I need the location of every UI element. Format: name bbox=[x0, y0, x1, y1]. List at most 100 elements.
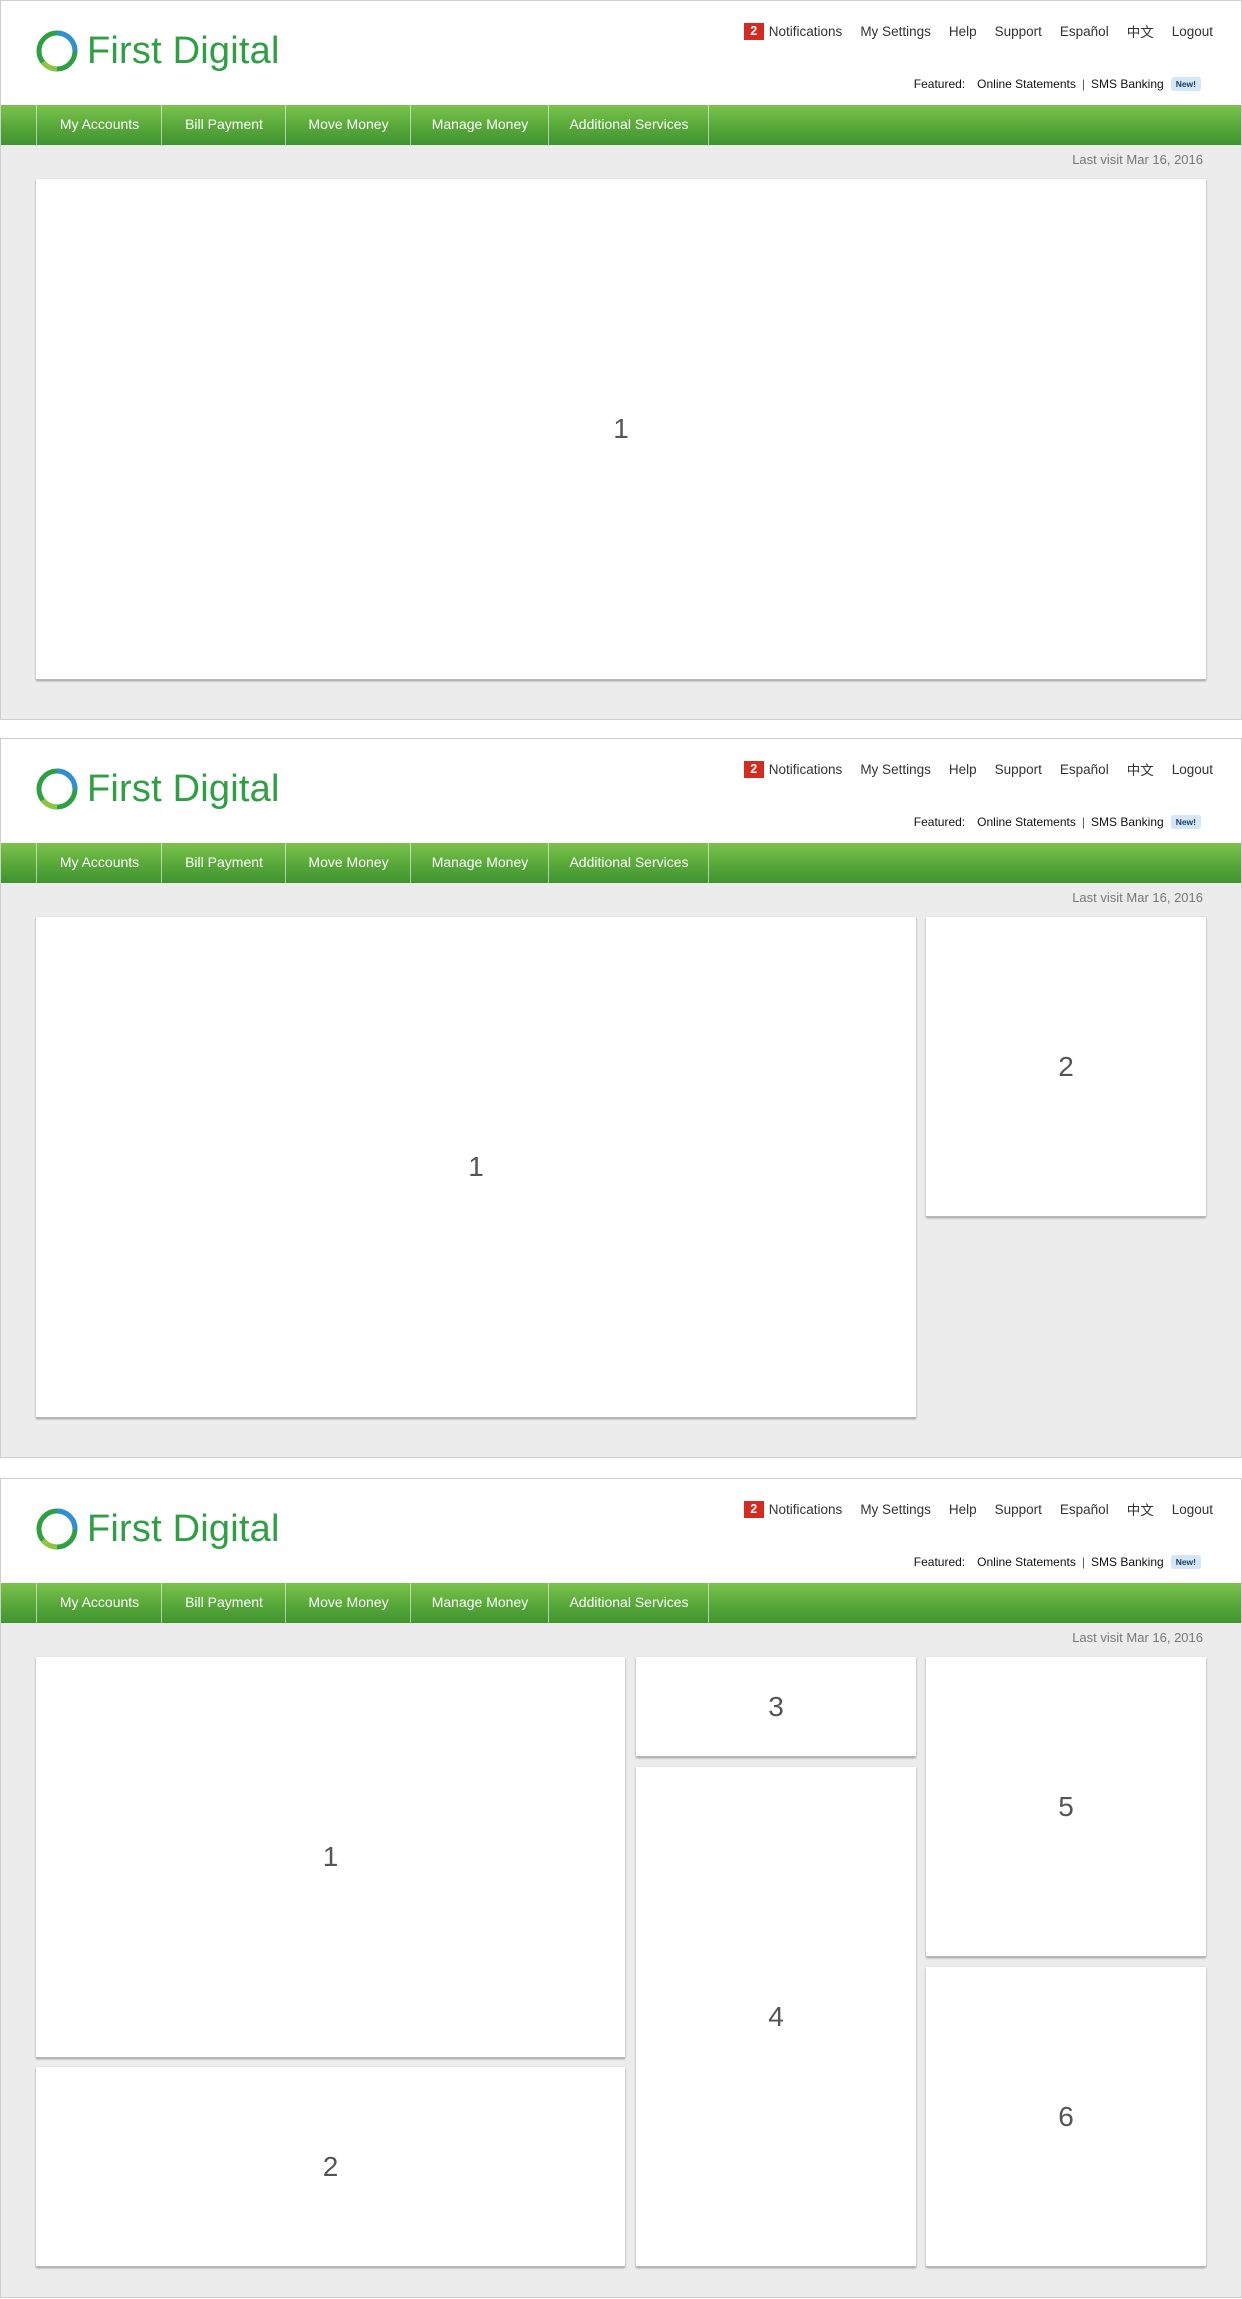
last-visit: Last visit Mar 16, 2016 bbox=[1072, 890, 1203, 905]
nav-divider bbox=[708, 1583, 709, 1623]
nav-move-money[interactable]: Move Money bbox=[285, 1583, 411, 1623]
nav-bill-payment[interactable]: Bill Payment bbox=[161, 105, 286, 145]
chinese-link[interactable]: 中文 bbox=[1127, 759, 1154, 779]
content-panel-1: 1 bbox=[36, 1657, 625, 2058]
layout-one-column: First Digital 2 Notifications My Setting… bbox=[0, 0, 1242, 720]
help-link[interactable]: Help bbox=[949, 1502, 977, 1517]
support-link[interactable]: Support bbox=[995, 762, 1042, 777]
panel-number: 2 bbox=[1058, 1050, 1074, 1082]
new-badge: New! bbox=[1170, 1555, 1201, 1569]
nav-manage-money[interactable]: Manage Money bbox=[410, 105, 549, 145]
featured-separator: | bbox=[1081, 1555, 1085, 1569]
logo-text: First Digital bbox=[87, 768, 280, 810]
nav-my-accounts[interactable]: My Accounts bbox=[36, 843, 162, 883]
nav-divider bbox=[708, 105, 709, 145]
chinese-link[interactable]: 中文 bbox=[1127, 21, 1154, 41]
notifications-link[interactable]: 2 Notifications bbox=[743, 760, 843, 778]
panel-number: 5 bbox=[1058, 1790, 1074, 1822]
nav-my-accounts[interactable]: My Accounts bbox=[36, 1583, 162, 1623]
my-settings-link[interactable]: My Settings bbox=[860, 762, 931, 777]
panel-number: 1 bbox=[468, 1151, 484, 1182]
nav-bill-payment[interactable]: Bill Payment bbox=[161, 843, 286, 883]
help-link[interactable]: Help bbox=[949, 762, 977, 777]
content-panel-5: 5 bbox=[926, 1657, 1206, 1957]
notifications-link[interactable]: 2 Notifications bbox=[743, 1500, 843, 1518]
logout-link[interactable]: Logout bbox=[1172, 762, 1213, 777]
panel-number: 6 bbox=[1058, 2100, 1074, 2132]
featured-label: Featured: bbox=[913, 815, 966, 829]
logout-link[interactable]: Logout bbox=[1172, 1502, 1213, 1517]
online-statements-link[interactable]: Online Statements bbox=[977, 1555, 1076, 1569]
content-panel-3: 3 bbox=[636, 1657, 916, 1757]
new-badge: New! bbox=[1170, 815, 1201, 829]
logout-link[interactable]: Logout bbox=[1172, 24, 1213, 39]
logo-ring-icon bbox=[36, 768, 78, 810]
panel-number: 2 bbox=[322, 2150, 339, 2182]
top-links: 2 Notifications My Settings Help Support… bbox=[743, 1499, 1213, 1519]
logo[interactable]: First Digital bbox=[35, 765, 280, 813]
logo[interactable]: First Digital bbox=[35, 1505, 280, 1553]
featured-label: Featured: bbox=[913, 1555, 966, 1569]
nav-additional-services[interactable]: Additional Services bbox=[548, 843, 709, 883]
notifications-link[interactable]: 2 Notifications bbox=[743, 22, 843, 40]
nav-additional-services[interactable]: Additional Services bbox=[548, 105, 709, 145]
panel-number: 4 bbox=[768, 2000, 784, 2032]
help-link[interactable]: Help bbox=[949, 24, 977, 39]
support-link[interactable]: Support bbox=[995, 24, 1042, 39]
panel-number: 1 bbox=[613, 413, 629, 444]
notifications-label: Notifications bbox=[768, 761, 843, 777]
online-statements-link[interactable]: Online Statements bbox=[977, 815, 1076, 829]
my-settings-link[interactable]: My Settings bbox=[860, 24, 931, 39]
nav-additional-services[interactable]: Additional Services bbox=[548, 1583, 709, 1623]
espanol-link[interactable]: Español bbox=[1060, 24, 1109, 39]
chinese-link[interactable]: 中文 bbox=[1127, 1499, 1154, 1519]
nav-manage-money[interactable]: Manage Money bbox=[410, 843, 549, 883]
sms-banking-link[interactable]: SMS Banking bbox=[1091, 77, 1164, 91]
new-badge: New! bbox=[1170, 77, 1201, 91]
nav-move-money[interactable]: Move Money bbox=[285, 105, 411, 145]
main-nav: My Accounts Bill Payment Move Money Mana… bbox=[1, 105, 1241, 145]
support-link[interactable]: Support bbox=[995, 1502, 1042, 1517]
top-links: 2 Notifications My Settings Help Support… bbox=[743, 759, 1213, 779]
espanol-link[interactable]: Español bbox=[1060, 762, 1109, 777]
logo-text: First Digital bbox=[87, 30, 280, 72]
main-nav: My Accounts Bill Payment Move Money Mana… bbox=[1, 1583, 1241, 1623]
featured-label: Featured: bbox=[913, 77, 966, 91]
logo[interactable]: First Digital bbox=[35, 27, 280, 75]
notification-count-badge: 2 bbox=[743, 1500, 764, 1518]
header: First Digital 2 Notifications My Setting… bbox=[1, 739, 1241, 843]
last-visit: Last visit Mar 16, 2016 bbox=[1072, 1630, 1203, 1645]
panel-number: 1 bbox=[322, 1841, 339, 1872]
my-settings-link[interactable]: My Settings bbox=[860, 1502, 931, 1517]
layout-three-column: First Digital 2 Notifications My Setting… bbox=[0, 1478, 1242, 2298]
content-panel-2: 2 bbox=[926, 917, 1206, 1217]
notifications-label: Notifications bbox=[768, 23, 843, 39]
nav-divider bbox=[708, 843, 709, 883]
featured-bar: Featured: Online Statements | SMS Bankin… bbox=[914, 1555, 1201, 1569]
featured-bar: Featured: Online Statements | SMS Bankin… bbox=[914, 77, 1201, 91]
nav-move-money[interactable]: Move Money bbox=[285, 843, 411, 883]
logo-ring-icon bbox=[36, 1508, 78, 1550]
espanol-link[interactable]: Español bbox=[1060, 1502, 1109, 1517]
featured-separator: | bbox=[1081, 815, 1085, 829]
sms-banking-link[interactable]: SMS Banking bbox=[1091, 815, 1164, 829]
notifications-label: Notifications bbox=[768, 1501, 843, 1517]
main-nav: My Accounts Bill Payment Move Money Mana… bbox=[1, 843, 1241, 883]
content-panel-1: 1 bbox=[36, 917, 916, 1418]
content-panel-1: 1 bbox=[36, 179, 1206, 680]
logo-ring-icon bbox=[36, 30, 78, 72]
featured-bar: Featured: Online Statements | SMS Bankin… bbox=[914, 815, 1201, 829]
sms-banking-link[interactable]: SMS Banking bbox=[1091, 1555, 1164, 1569]
nav-bill-payment[interactable]: Bill Payment bbox=[161, 1583, 286, 1623]
nav-my-accounts[interactable]: My Accounts bbox=[36, 105, 162, 145]
content-panel-6: 6 bbox=[926, 1967, 1206, 2267]
nav-manage-money[interactable]: Manage Money bbox=[410, 1583, 549, 1623]
layout-two-column: First Digital 2 Notifications My Setting… bbox=[0, 738, 1242, 1458]
content-panel-4: 4 bbox=[636, 1767, 916, 2267]
logo-text: First Digital bbox=[87, 1508, 280, 1550]
last-visit: Last visit Mar 16, 2016 bbox=[1072, 152, 1203, 167]
online-statements-link[interactable]: Online Statements bbox=[977, 77, 1076, 91]
notification-count-badge: 2 bbox=[743, 760, 764, 778]
content-panel-2: 2 bbox=[36, 2067, 625, 2267]
top-links: 2 Notifications My Settings Help Support… bbox=[743, 21, 1213, 41]
